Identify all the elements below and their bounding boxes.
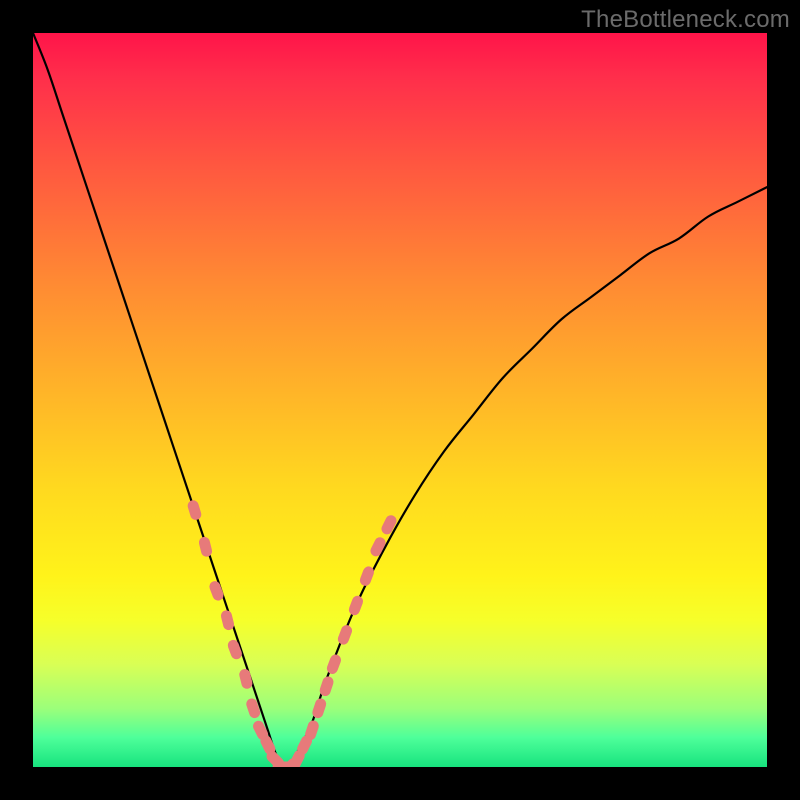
curve-marker: [325, 653, 342, 676]
curve-marker: [347, 594, 364, 617]
curve-marker: [186, 499, 202, 521]
bottleneck-curve: [33, 33, 767, 767]
plot-area: [33, 33, 767, 767]
curve-marker: [380, 513, 399, 536]
chart-frame: TheBottleneck.com: [0, 0, 800, 800]
curve-marker: [208, 580, 225, 603]
curve-marker: [336, 624, 353, 647]
curve-marker: [238, 668, 254, 690]
watermark-text: TheBottleneck.com: [581, 6, 790, 34]
marker-group: [186, 499, 398, 767]
curve-marker: [220, 609, 236, 631]
curve-layer: [33, 33, 767, 767]
curve-marker: [198, 536, 214, 558]
